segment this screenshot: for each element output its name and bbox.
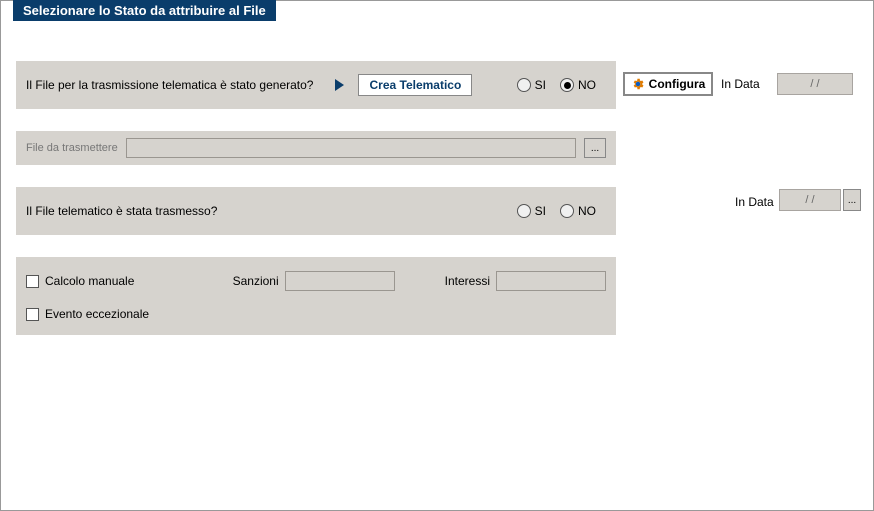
transmitted-no-label: NO bbox=[578, 204, 596, 218]
row-calc-options: Calcolo manuale Sanzioni Interessi Event… bbox=[16, 257, 616, 335]
file-path-label: File da trasmettere bbox=[26, 142, 118, 154]
generated-si-label: SI bbox=[535, 78, 546, 92]
transmitted-si-label: SI bbox=[535, 204, 546, 218]
file-browse-button[interactable]: ... bbox=[584, 138, 606, 158]
interessi-label: Interessi bbox=[445, 274, 490, 288]
generated-radio-group: SI NO bbox=[517, 78, 606, 92]
row-file-transmitted: Il File telematico è stata trasmesso? SI… bbox=[16, 187, 616, 235]
date1-field[interactable]: / / bbox=[777, 73, 853, 95]
transmitted-no-radio[interactable] bbox=[560, 204, 574, 218]
row-file-generated: Il File per la trasmissione telematica è… bbox=[16, 61, 616, 109]
date2-field[interactable]: / / bbox=[779, 189, 841, 211]
file-generated-question: Il File per la trasmissione telematica è… bbox=[26, 78, 313, 92]
calcolo-manuale-checkbox[interactable] bbox=[26, 275, 39, 288]
generated-no-radio[interactable] bbox=[560, 78, 574, 92]
transmitted-radio-group: SI NO bbox=[517, 204, 606, 218]
generated-si-radio[interactable] bbox=[517, 78, 531, 92]
indata2-label: In Data bbox=[735, 195, 774, 209]
crea-telematico-button[interactable]: Crea Telematico bbox=[358, 74, 472, 96]
section-title: Selezionare lo Stato da attribuire al Fi… bbox=[13, 0, 276, 21]
evento-eccezionale-label: Evento eccezionale bbox=[45, 307, 149, 321]
sanzioni-input[interactable] bbox=[285, 271, 395, 291]
play-icon bbox=[335, 79, 344, 91]
generated-no-label: NO bbox=[578, 78, 596, 92]
transmitted-si-radio[interactable] bbox=[517, 204, 531, 218]
interessi-input[interactable] bbox=[496, 271, 606, 291]
configura-button[interactable]: Configura bbox=[623, 72, 713, 96]
indata1-label: In Data bbox=[721, 77, 760, 91]
date2-browse-button[interactable]: ... bbox=[843, 189, 861, 211]
row-file-path: File da trasmettere ... bbox=[16, 131, 616, 165]
file-transmitted-question: Il File telematico è stata trasmesso? bbox=[26, 204, 217, 218]
sanzioni-label: Sanzioni bbox=[233, 274, 279, 288]
configura-label: Configura bbox=[649, 77, 706, 91]
file-path-input[interactable] bbox=[126, 138, 576, 158]
calcolo-manuale-label: Calcolo manuale bbox=[45, 274, 134, 288]
gear-icon bbox=[631, 77, 645, 91]
evento-eccezionale-checkbox[interactable] bbox=[26, 308, 39, 321]
